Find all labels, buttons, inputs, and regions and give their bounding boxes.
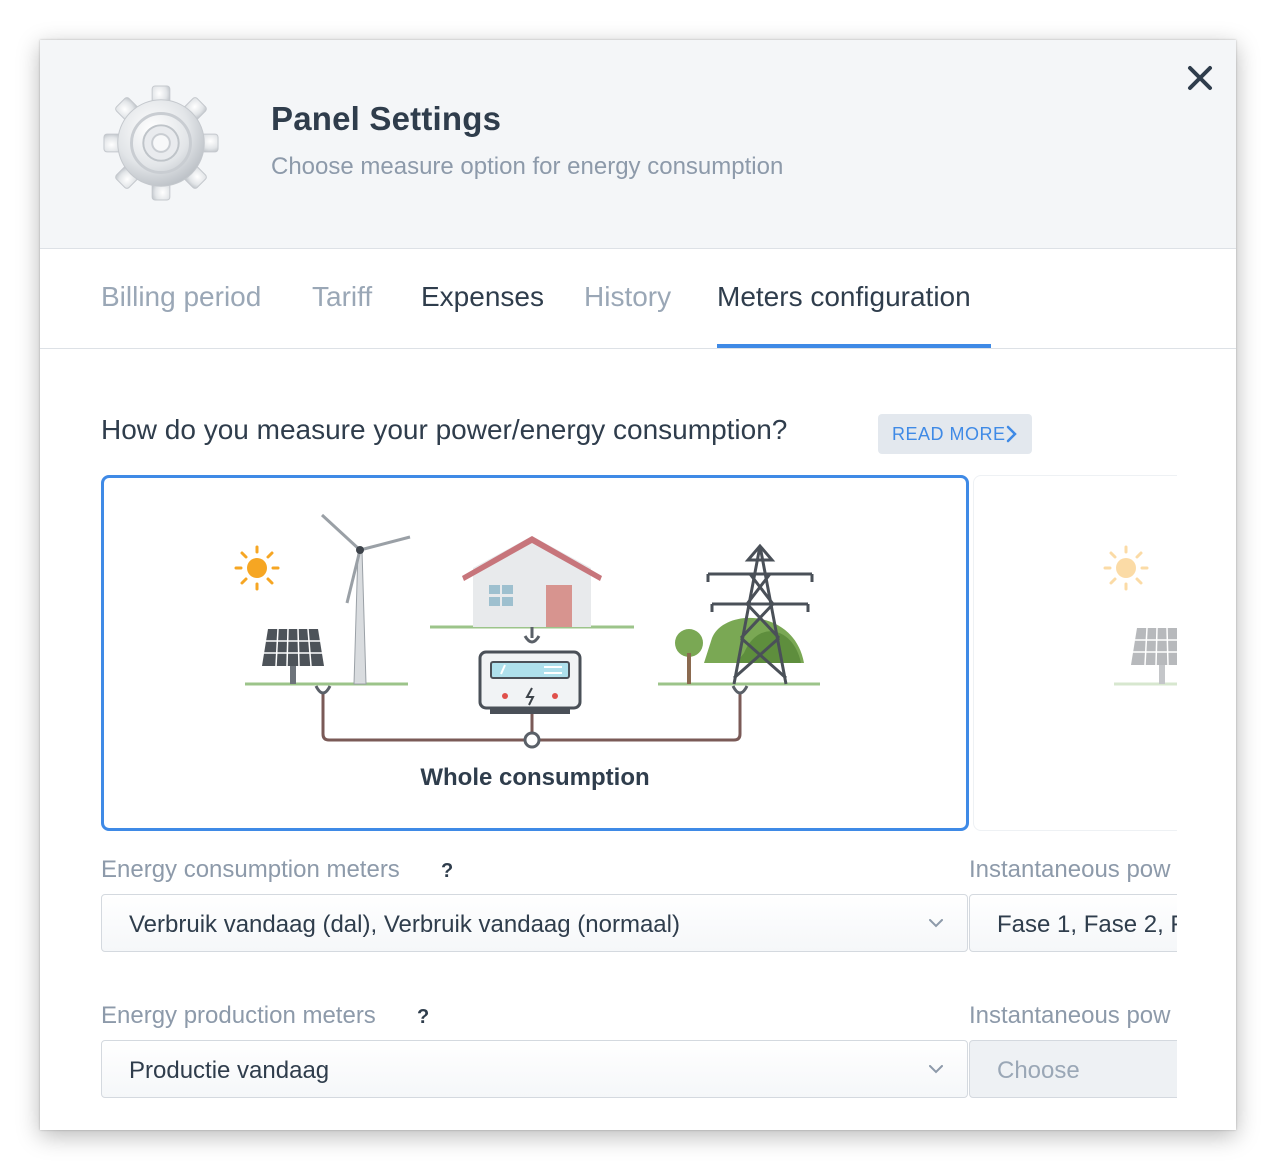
option-2-illustration: [1103, 545, 1177, 686]
consumption-help-icon[interactable]: ?: [441, 860, 453, 883]
option-card-whole-consumption[interactable]: Whole consumption: [101, 475, 969, 831]
chevron-down-icon: [929, 1065, 943, 1074]
energy-consumption-meters-label: Energy consumption meters: [101, 856, 400, 883]
option-card-2[interactable]: [973, 475, 1177, 831]
energy-consumption-meters-select[interactable]: Verbruik vandaag (dal), Verbruik vandaag…: [101, 894, 968, 952]
power-pylon-icon: [658, 543, 820, 686]
house-icon: [430, 536, 634, 629]
solar-panel-icon: [262, 628, 324, 684]
production-select-value: Productie vandaag: [129, 1057, 330, 1084]
whole-consumption-illustration: [234, 513, 820, 749]
wind-turbine-icon: [320, 513, 411, 685]
instantaneous-production-select[interactable]: Choose: [969, 1040, 1177, 1098]
energy-production-meters-label: Energy production meters: [101, 1002, 376, 1029]
instantaneous-consumption-select[interactable]: Fase 1, Fase 2, Fa: [969, 894, 1177, 952]
production-help-icon[interactable]: ?: [417, 1006, 429, 1029]
sun-icon: [234, 545, 280, 591]
consumption-select-value: Verbruik vandaag (dal), Verbruik vandaag…: [129, 911, 680, 938]
instantaneous-consumption-value: Fase 1, Fase 2, Fa: [997, 911, 1177, 938]
energy-production-meters-select[interactable]: Productie vandaag: [101, 1040, 968, 1098]
energy-meter-icon: [478, 650, 582, 714]
close-icon[interactable]: [1186, 64, 1214, 92]
content-viewport: Whole consumption Energy consumption met…: [40, 40, 1177, 1130]
option-label: Whole consumption: [420, 764, 650, 791]
chevron-down-icon: [929, 919, 943, 928]
instantaneous-production-label: Instantaneous pow: [969, 1002, 1171, 1029]
panel-settings-modal: Panel Settings Choose measure option for…: [40, 40, 1236, 1130]
instantaneous-consumption-label: Instantaneous pow: [969, 856, 1171, 883]
instantaneous-production-placeholder: Choose: [997, 1057, 1080, 1084]
